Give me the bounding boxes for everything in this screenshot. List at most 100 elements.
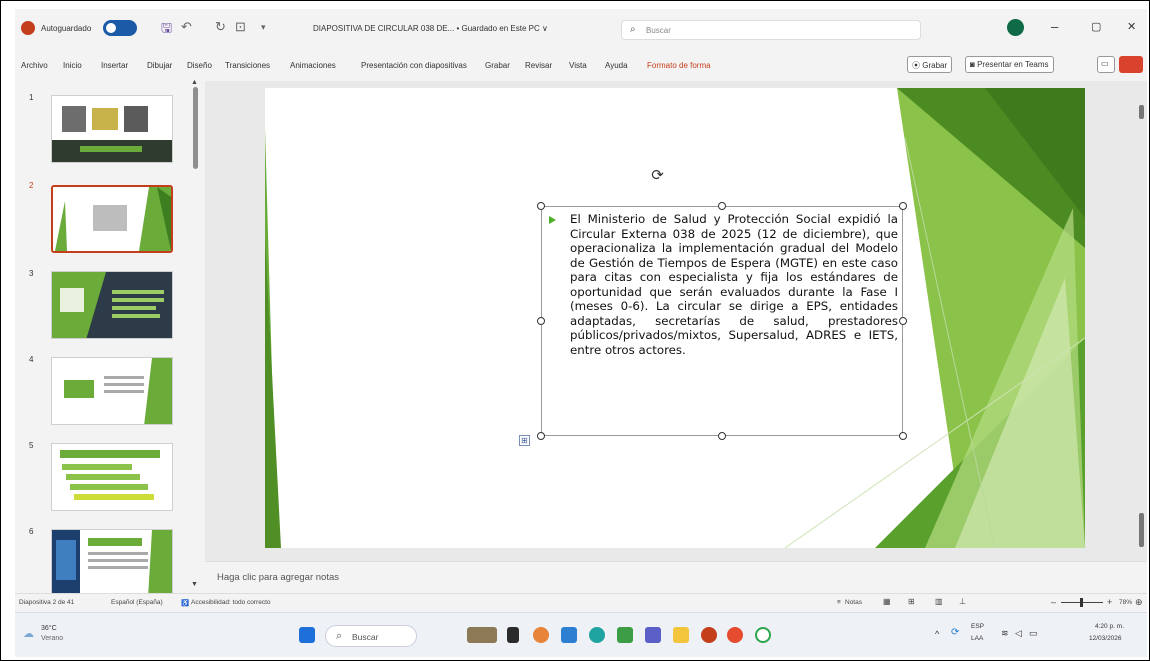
teams-icon[interactable] [645, 627, 661, 643]
weather-description[interactable]: Verano [41, 635, 63, 642]
slide-thumbnail-4[interactable] [51, 357, 173, 425]
scroll-down-icon[interactable]: ▼ [191, 581, 198, 588]
teams-label: Presentar en Teams [977, 60, 1049, 69]
notes-pane[interactable]: Haga clic para agregar notas [205, 561, 1147, 591]
fit-to-window-icon[interactable]: ⊕ [1135, 597, 1143, 608]
current-slide[interactable]: ⟳ El Ministerio de Salud y Protección So… [265, 88, 1085, 548]
slideshow-icon[interactable]: ⊥ [959, 597, 966, 606]
tab-diseno[interactable]: Diseño [187, 61, 212, 70]
file-explorer-icon[interactable] [561, 627, 577, 643]
zoom-slider-thumb[interactable] [1080, 598, 1083, 607]
sync-icon[interactable]: ⟳ [951, 627, 959, 638]
save-icon[interactable]: 🖫 [161, 19, 172, 41]
document-title[interactable]: DIAPOSITIVA DE CIRCULAR 038 DE... • Guar… [313, 24, 548, 33]
close-button[interactable]: ✕ [1127, 20, 1136, 33]
minimize-button[interactable]: – [1051, 19, 1058, 34]
battery-icon[interactable]: ▭ [1029, 628, 1038, 639]
layout-options-icon[interactable]: ⊞ [519, 435, 530, 446]
ribbon-tabs: Archivo Inicio Insertar Dibujar Diseño T… [15, 51, 1147, 79]
resize-handle-top-right[interactable] [899, 202, 907, 210]
clock-date[interactable]: 12/03/2026 [1089, 635, 1122, 642]
slide-4-preview [52, 358, 172, 424]
presentation-start-icon[interactable]: ⊡ [235, 19, 246, 35]
resize-handle-bottom[interactable] [718, 432, 726, 440]
widgets-icon[interactable] [467, 627, 497, 643]
tab-dibujar[interactable]: Dibujar [147, 61, 172, 70]
selected-text-box[interactable]: El Ministerio de Salud y Protección Soci… [541, 206, 903, 436]
resize-handle-bottom-left[interactable] [537, 432, 545, 440]
chrome-icon[interactable] [727, 627, 743, 643]
slide-body-text[interactable]: El Ministerio de Salud y Protección Soci… [570, 212, 898, 357]
customize-qat-icon[interactable]: ▾ [261, 22, 266, 33]
autosave-label: Autoguardado [41, 24, 92, 33]
resize-handle-bottom-right[interactable] [899, 432, 907, 440]
present-in-teams-button[interactable]: ◙ Presentar en Teams [965, 56, 1054, 73]
undo-icon[interactable]: ↶ [181, 19, 192, 35]
task-view-icon[interactable] [507, 627, 519, 643]
whatsapp-icon[interactable] [755, 627, 771, 643]
normal-view-icon[interactable]: ▦ [883, 597, 891, 606]
excel-icon[interactable] [617, 627, 633, 643]
rotate-handle-icon[interactable]: ⟳ [649, 167, 666, 184]
zoom-out-icon[interactable]: – [1051, 597, 1056, 607]
language-bottom[interactable]: LAA [971, 635, 983, 642]
tab-transiciones[interactable]: Transiciones [225, 61, 270, 70]
autosave-toggle[interactable] [103, 20, 137, 36]
slide-sorter-icon[interactable]: ⊞ [908, 597, 915, 606]
tab-insertar[interactable]: Insertar [101, 61, 128, 70]
right-scrollbar-bottom[interactable] [1139, 513, 1144, 547]
notes-placeholder[interactable]: Haga clic para agregar notas [217, 572, 339, 583]
redo-icon[interactable]: ↻ [215, 19, 226, 35]
search-input[interactable]: ⌕ Buscar [621, 20, 921, 40]
right-scrollbar-top[interactable] [1139, 105, 1144, 119]
slide-thumbnail-1[interactable] [51, 95, 173, 163]
slide-thumbnail-2[interactable] [51, 185, 173, 253]
record-button[interactable]: ⦿ Grabar [907, 56, 953, 73]
thumbnail-scrollbar[interactable] [193, 87, 198, 169]
explorer-folder-icon[interactable] [673, 627, 689, 643]
notes-button[interactable]: Notas [845, 599, 862, 606]
language-indicator[interactable]: Español (España) [111, 599, 163, 606]
user-avatar[interactable] [1007, 19, 1024, 36]
resize-handle-right[interactable] [899, 317, 907, 325]
tab-vista[interactable]: Vista [569, 61, 587, 70]
teams-icon: ◙ [970, 60, 978, 69]
zoom-level[interactable]: 78% [1119, 599, 1132, 606]
tab-revisar[interactable]: Revisar [525, 61, 552, 70]
app-icon[interactable] [533, 627, 549, 643]
wifi-icon[interactable]: ≋ [1001, 628, 1009, 639]
comments-button[interactable]: ▭ [1097, 56, 1115, 73]
tab-inicio[interactable]: Inicio [63, 61, 82, 70]
restore-button[interactable]: ▢ [1091, 20, 1101, 33]
tab-animaciones[interactable]: Animaciones [290, 61, 336, 70]
language-top[interactable]: ESP [971, 623, 984, 630]
reading-view-icon[interactable]: ▥ [935, 597, 943, 606]
tab-formato-de-forma[interactable]: Formato de forma [647, 61, 711, 70]
slide-2-preview [53, 187, 171, 251]
scroll-up-icon[interactable]: ▲ [191, 79, 198, 86]
accessibility-status[interactable]: Accesibilidad: todo correcto [191, 599, 271, 606]
powerpoint-icon[interactable] [701, 627, 717, 643]
show-hidden-icons-icon[interactable]: ^ [935, 629, 939, 639]
tab-ayuda[interactable]: Ayuda [605, 61, 628, 70]
share-button[interactable] [1119, 56, 1143, 73]
slide-thumbnail-6[interactable] [51, 529, 173, 597]
weather-temperature[interactable]: 36°C [41, 625, 57, 632]
volume-icon[interactable]: ◁ [1015, 628, 1022, 639]
zoom-in-icon[interactable]: + [1107, 597, 1112, 607]
tab-grabar[interactable]: Grabar [485, 61, 510, 70]
thumb-number: 4 [29, 355, 34, 364]
thumb-number: 6 [29, 527, 34, 536]
slide-6-preview [52, 530, 172, 596]
slide-thumbnail-5[interactable] [51, 443, 173, 511]
resize-handle-top-left[interactable] [537, 202, 545, 210]
tab-archivo[interactable]: Archivo [21, 61, 48, 70]
edge-icon[interactable] [589, 627, 605, 643]
clock-time[interactable]: 4:20 p. m. [1095, 623, 1124, 630]
resize-handle-left[interactable] [537, 317, 545, 325]
resize-handle-top[interactable] [718, 202, 726, 210]
tab-presentacion[interactable]: Presentación con diapositivas [361, 61, 467, 70]
slide-thumbnail-3[interactable] [51, 271, 173, 339]
windows-start-icon[interactable] [299, 627, 315, 643]
taskbar-search[interactable]: ⌕ Buscar [325, 625, 417, 647]
